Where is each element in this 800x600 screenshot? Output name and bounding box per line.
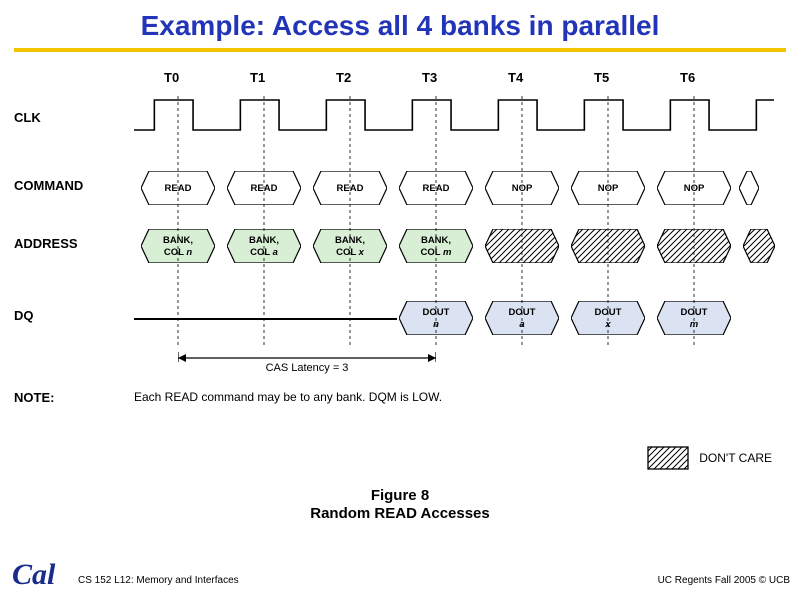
svg-text:COL a: COL a: [250, 247, 278, 258]
hatch-swatch-icon: [647, 446, 689, 470]
svg-text:NOP: NOP: [598, 183, 619, 194]
address-cell: BANK,COL m: [399, 229, 473, 263]
cas-latency-label: CAS Latency = 3: [178, 362, 436, 374]
legend-dont-care: DON'T CARE: [647, 446, 772, 470]
address-cell: [571, 229, 645, 263]
svg-text:m: m: [690, 319, 699, 330]
svg-text:BANK,: BANK,: [421, 235, 451, 246]
note-text: Each READ command may be to any bank. DQ…: [134, 390, 442, 404]
command-cell-tail: [739, 171, 759, 205]
svg-text:DOUT: DOUT: [595, 307, 622, 318]
command-cell: READ: [313, 171, 387, 205]
svg-text:BANK,: BANK,: [249, 235, 279, 246]
svg-text:READ: READ: [165, 183, 192, 194]
command-cell: READ: [227, 171, 301, 205]
svg-text:BANK,: BANK,: [163, 235, 193, 246]
slide-title: Example: Access all 4 banks in parallel: [0, 0, 800, 48]
svg-text:DOUT: DOUT: [423, 307, 450, 318]
dq-cell: DOUTm: [657, 301, 731, 335]
clk-waveform: [134, 96, 774, 140]
label-clk: CLK: [14, 110, 112, 125]
address-lane: BANK,COL nBANK,COL aBANK,COL xBANK,COL m: [134, 226, 786, 266]
svg-text:NOP: NOP: [684, 183, 705, 194]
svg-text:x: x: [604, 319, 611, 330]
address-cell: [485, 229, 559, 263]
legend-text: DON'T CARE: [699, 451, 772, 465]
tick-T0: T0: [164, 70, 179, 85]
command-cell: NOP: [485, 171, 559, 205]
dq-lane: DOUTnDOUTaDOUTxDOUTm: [134, 298, 786, 338]
svg-text:DOUT: DOUT: [681, 307, 708, 318]
tick-T6: T6: [680, 70, 695, 85]
figure-number: Figure 8: [0, 487, 800, 506]
address-cell: BANK,COL x: [313, 229, 387, 263]
svg-text:BANK,: BANK,: [335, 235, 365, 246]
svg-text:a: a: [519, 319, 524, 330]
cas-latency-annotation: CAS Latency = 3: [178, 352, 436, 374]
address-cell: [743, 229, 775, 263]
command-cell: NOP: [657, 171, 731, 205]
svg-text:COL n: COL n: [164, 247, 193, 258]
label-command: COMMAND: [14, 178, 112, 193]
svg-text:COL m: COL m: [421, 247, 453, 258]
svg-text:READ: READ: [337, 183, 364, 194]
dq-cell: DOUTn: [399, 301, 473, 335]
label-dq: DQ: [14, 308, 112, 323]
command-cell: READ: [141, 171, 215, 205]
figure-title: Random READ Accesses: [0, 505, 800, 524]
svg-text:DOUT: DOUT: [509, 307, 536, 318]
tick-T1: T1: [250, 70, 265, 85]
address-cell: [657, 229, 731, 263]
address-cell: BANK,COL n: [141, 229, 215, 263]
command-lane: READ READ READ READ NOP NOP NOP: [134, 168, 786, 208]
logo-text: Cal: [12, 558, 55, 591]
dq-idle-wire: [134, 318, 397, 320]
tick-T3: T3: [422, 70, 437, 85]
timing-diagram: T0T1T2T3T4T5T6 CLK COMMAND READREADREADR…: [14, 70, 786, 430]
svg-text:COL x: COL x: [336, 247, 365, 258]
tick-T4: T4: [508, 70, 523, 85]
svg-text:n: n: [433, 319, 439, 330]
footer-right: UC Regents Fall 2005 © UCB: [658, 575, 790, 586]
footer-left: CS 152 L12: Memory and Interfaces: [78, 575, 239, 586]
figure-caption: Figure 8 Random READ Accesses: [0, 487, 800, 525]
command-cell: READ: [399, 171, 473, 205]
address-cell: BANK,COL a: [227, 229, 301, 263]
svg-text:NOP: NOP: [512, 183, 533, 194]
dq-cell: DOUTa: [485, 301, 559, 335]
dq-cell: DOUTx: [571, 301, 645, 335]
tick-T2: T2: [336, 70, 351, 85]
svg-text:READ: READ: [251, 183, 278, 194]
cal-logo: Cal: [12, 558, 55, 592]
tick-T5: T5: [594, 70, 609, 85]
label-note: NOTE:: [14, 390, 112, 405]
title-underline: [14, 48, 786, 52]
command-cell: NOP: [571, 171, 645, 205]
label-address: ADDRESS: [14, 236, 112, 251]
svg-text:READ: READ: [423, 183, 450, 194]
